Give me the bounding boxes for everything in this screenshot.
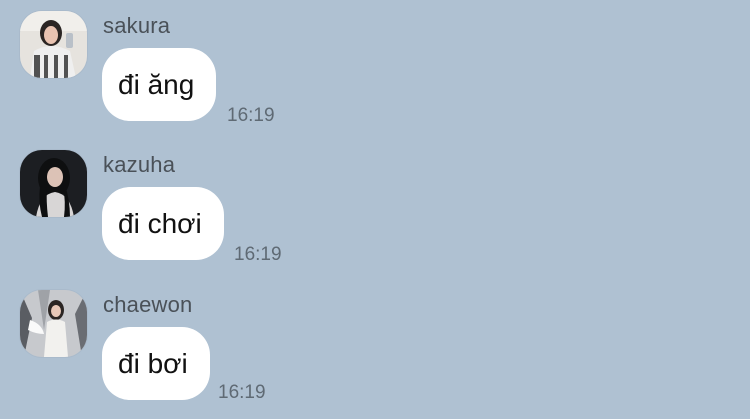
message-time: 16:19 — [234, 244, 282, 265]
message-text: đi bơi — [118, 347, 188, 379]
sender-name: kazuha — [103, 152, 176, 177]
message-bubble[interactable]: đi bơi — [102, 327, 210, 400]
message-bubble[interactable]: đi ăng — [102, 48, 217, 121]
avatar-photo-icon — [20, 150, 87, 217]
avatar-photo-icon — [20, 11, 87, 78]
sender-name: chaewon — [103, 292, 193, 317]
message-time: 16:19 — [218, 382, 266, 403]
sender-name: sakura — [103, 13, 171, 38]
message-row: kazuha đi chơi 16:19 — [0, 150, 750, 270]
chaewon-avatar[interactable] — [20, 290, 87, 357]
chat-thread: sakura đi ăng 16:19 kazuha đi chơi 16:19 — [0, 0, 750, 419]
message-time: 16:19 — [227, 105, 275, 126]
sakura-avatar[interactable] — [20, 11, 87, 78]
kazuha-avatar[interactable] — [20, 150, 87, 217]
message-bubble[interactable]: đi chơi — [102, 187, 224, 260]
message-text: đi chơi — [118, 207, 202, 239]
message-text: đi ăng — [118, 68, 195, 100]
avatar-photo-icon — [20, 290, 87, 357]
message-row: sakura đi ăng 16:19 — [0, 11, 750, 131]
message-row: chaewon đi bơi 16:19 — [0, 290, 750, 410]
